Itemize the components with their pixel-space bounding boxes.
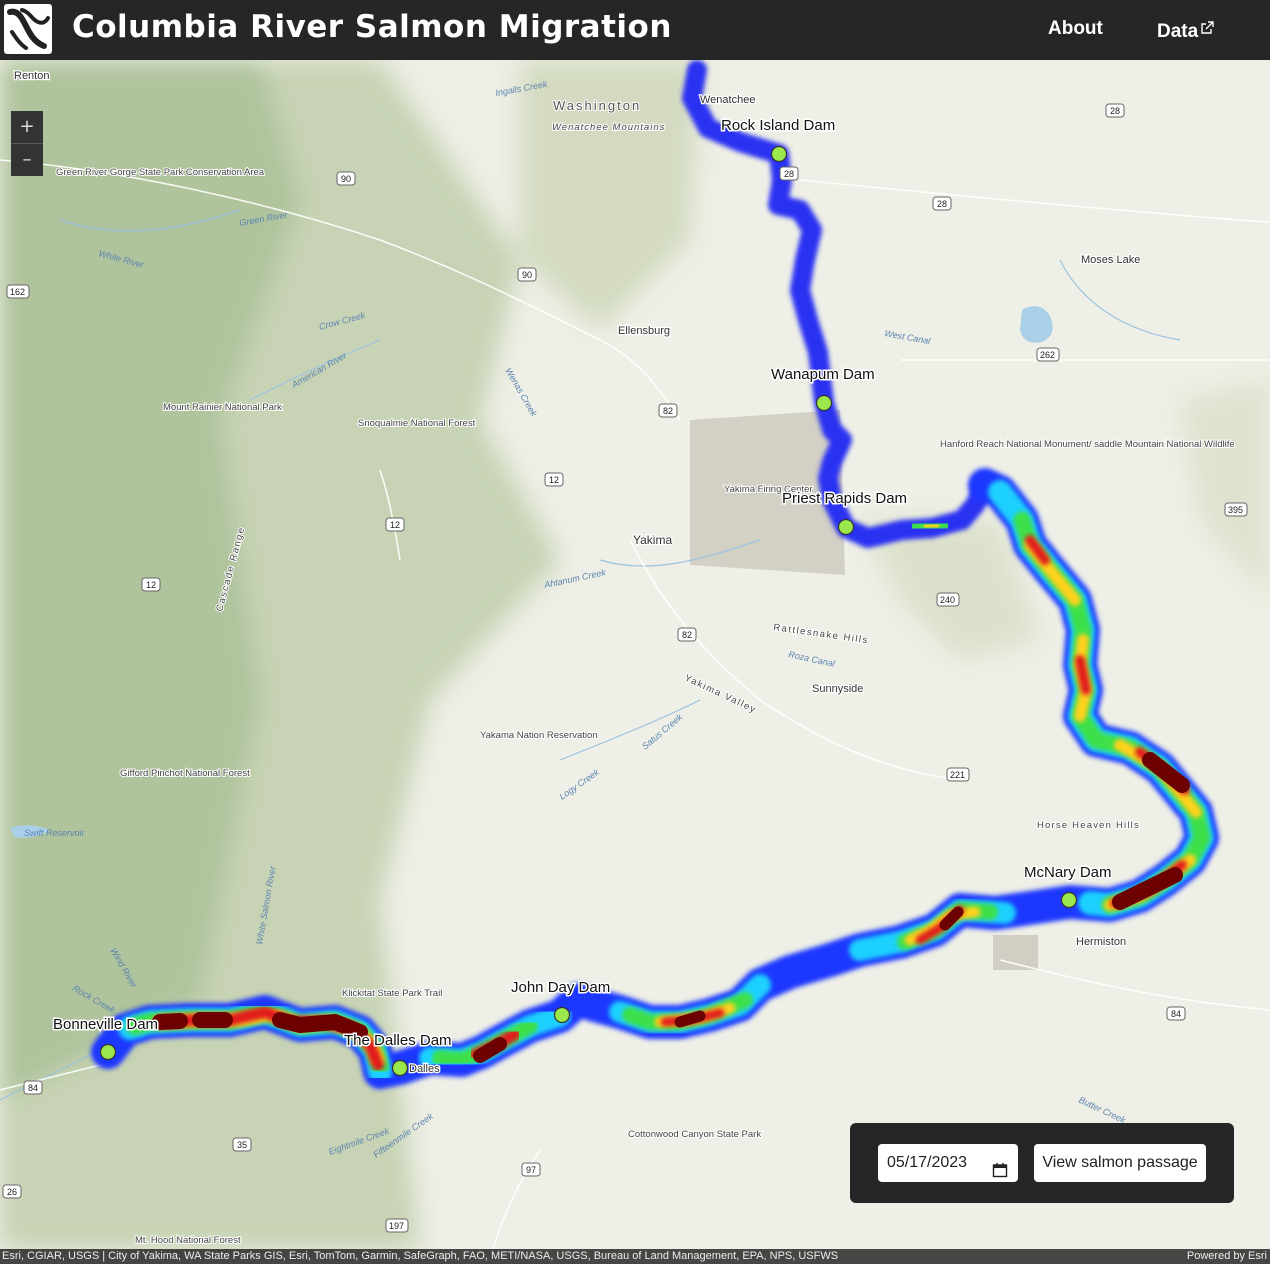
svg-text:82: 82	[682, 630, 692, 640]
highway-shield: 82	[677, 627, 697, 642]
app-title: Columbia River Salmon Migration	[72, 9, 672, 45]
svg-text:Yakima: Yakima	[633, 533, 672, 547]
svg-text:Sunnyside: Sunnyside	[812, 683, 863, 695]
highway-shield: 221	[946, 767, 970, 782]
svg-text:12: 12	[146, 580, 156, 590]
svg-text:Ellensburg: Ellensburg	[618, 325, 670, 337]
svg-text:26: 26	[7, 1187, 17, 1197]
svg-text:Hermiston: Hermiston	[1076, 936, 1126, 948]
zoom-out-button[interactable]: –	[11, 143, 43, 176]
highway-shield: 90	[336, 171, 356, 186]
nav-data-link[interactable]: Data	[1157, 0, 1214, 60]
app-header: Columbia River Salmon Migration About Da…	[0, 0, 1270, 60]
highway-shield: 28	[1105, 103, 1125, 118]
highway-shield: 197	[385, 1218, 409, 1233]
nav-about-link[interactable]: About	[1048, 0, 1103, 60]
svg-text:Wenatchee Mountains: Wenatchee Mountains	[552, 122, 665, 133]
svg-text:395: 395	[1228, 505, 1243, 515]
highway-shield: 395	[1224, 502, 1248, 517]
svg-text:Snoqualmie National Forest: Snoqualmie National Forest	[358, 418, 476, 429]
highway-shield: 84	[1166, 1006, 1186, 1021]
svg-text:Priest Rapids Dam: Priest Rapids Dam	[782, 490, 907, 507]
date-input[interactable]: 05/17/2023	[878, 1144, 1018, 1182]
highway-shield: 84	[23, 1080, 43, 1095]
svg-text:Gifford Pinchot National Fores: Gifford Pinchot National Forest	[120, 768, 250, 779]
highway-shield: 240	[936, 592, 960, 607]
svg-text:162: 162	[10, 287, 25, 297]
svg-text:240: 240	[940, 595, 955, 605]
highway-shield: 12	[385, 517, 405, 532]
highway-shield: 90	[517, 267, 537, 282]
svg-text:McNary Dam: McNary Dam	[1024, 864, 1112, 881]
svg-text:12: 12	[549, 475, 559, 485]
svg-text:221: 221	[950, 770, 965, 780]
svg-text:90: 90	[341, 174, 351, 184]
svg-text:Wenatchee: Wenatchee	[700, 94, 755, 106]
svg-text:12: 12	[390, 520, 400, 530]
highway-shield: 262	[1036, 347, 1060, 362]
svg-text:90: 90	[522, 270, 532, 280]
svg-text:Wanapum Dam: Wanapum Dam	[771, 366, 875, 383]
svg-text:Moses Lake: Moses Lake	[1081, 254, 1140, 266]
date-control-panel: 05/17/2023 View salmon passage	[850, 1123, 1234, 1203]
zoom-in-button[interactable]: +	[11, 111, 43, 143]
svg-text:97: 97	[526, 1165, 536, 1175]
svg-text:84: 84	[28, 1083, 38, 1093]
svg-text:82: 82	[663, 406, 673, 416]
zoom-controls: + –	[11, 111, 43, 176]
external-link-icon	[1201, 0, 1214, 58]
svg-text:Klickitat State Park Trail: Klickitat State Park Trail	[342, 988, 442, 999]
view-salmon-passage-button[interactable]: View salmon passage	[1034, 1144, 1206, 1182]
svg-text:Rock Island Dam: Rock Island Dam	[721, 117, 835, 134]
powered-by-esri[interactable]: Powered by Esri	[1187, 1249, 1267, 1264]
salmon-logo-icon[interactable]	[4, 4, 52, 54]
highway-shield: 28	[932, 196, 952, 211]
svg-text:Horse Heaven Hills: Horse Heaven Hills	[1037, 820, 1140, 831]
svg-text:The Dalles Dam: The Dalles Dam	[344, 1032, 452, 1049]
basemap[interactable]: Renton Wenatchee Ellensburg Yakima Sunny…	[0, 0, 1270, 1264]
attribution-bar: Esri, CGIAR, USGS | City of Yakima, WA S…	[0, 1249, 1270, 1264]
svg-text:John Day Dam: John Day Dam	[511, 979, 610, 996]
highway-shield: 82	[658, 403, 678, 418]
highway-shield: 28	[779, 166, 799, 181]
svg-text:262: 262	[1040, 350, 1055, 360]
svg-text:28: 28	[784, 169, 794, 179]
highway-shield: 26	[2, 1184, 22, 1199]
svg-text:Yakama Nation Reservation: Yakama Nation Reservation	[480, 730, 598, 741]
svg-text:35: 35	[237, 1140, 247, 1150]
svg-text:Washington: Washington	[553, 98, 641, 113]
highway-shield: 162	[6, 284, 30, 299]
highway-shield: 97	[521, 1162, 541, 1177]
highway-shield: 12	[141, 577, 161, 592]
svg-text:Renton: Renton	[14, 70, 49, 82]
highway-shield: 12	[544, 472, 564, 487]
svg-text:Cottonwood Canyon State Park: Cottonwood Canyon State Park	[628, 1129, 761, 1140]
highway-shield: 35	[232, 1137, 252, 1152]
svg-text:197: 197	[389, 1221, 404, 1231]
svg-text:28: 28	[937, 199, 947, 209]
svg-text:Green River Gorge State Park C: Green River Gorge State Park Conservatio…	[56, 167, 265, 178]
calendar-icon[interactable]	[992, 1155, 1008, 1193]
svg-text:Mount Rainier National Park: Mount Rainier National Park	[163, 402, 282, 413]
svg-text:84: 84	[1171, 1009, 1181, 1019]
svg-text:Bonneville Dam: Bonneville Dam	[53, 1016, 158, 1033]
date-value: 05/17/2023	[887, 1154, 968, 1171]
svg-text:28: 28	[1110, 106, 1120, 116]
svg-text:Mt. Hood National Forest: Mt. Hood National Forest	[135, 1235, 241, 1246]
nav-data-label: Data	[1157, 21, 1199, 42]
svg-text:Hanford Reach National Monumen: Hanford Reach National Monument/ saddle …	[940, 439, 1235, 450]
svg-text:Swift Reservoir: Swift Reservoir	[24, 828, 86, 838]
attribution-text[interactable]: Esri, CGIAR, USGS | City of Yakima, WA S…	[2, 1249, 838, 1264]
svg-text:Dalles: Dalles	[409, 1063, 440, 1075]
